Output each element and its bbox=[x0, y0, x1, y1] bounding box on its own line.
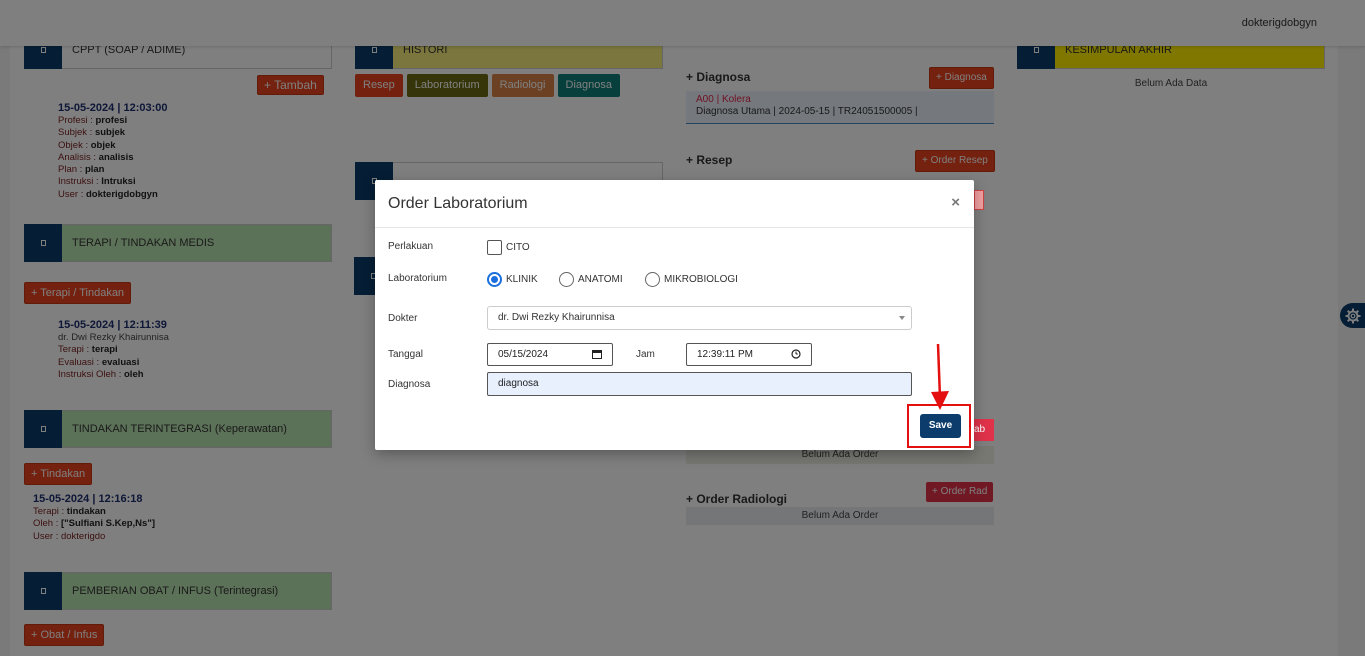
tanggal-value: 05/15/2024 bbox=[498, 349, 549, 360]
radio-mikrobiologi[interactable] bbox=[645, 272, 660, 287]
chevron-down-icon bbox=[899, 316, 905, 320]
hidden-lab-button-fragment: ab bbox=[974, 419, 994, 441]
radio-klinik-label: KLINIK bbox=[506, 274, 538, 285]
jam-input[interactable]: 12:39:11 PM bbox=[686, 343, 812, 366]
modal-title: Order Laboratorium bbox=[388, 195, 528, 212]
jam-value: 12:39:11 PM bbox=[697, 349, 753, 360]
laboratorium-label: Laboratorium bbox=[388, 273, 447, 284]
modal-header: Order Laboratorium × bbox=[375, 180, 974, 228]
cito-checkbox[interactable] bbox=[487, 240, 502, 255]
diagnosa-input-value: diagnosa bbox=[498, 378, 539, 389]
diagnosa-label: Diagnosa bbox=[388, 379, 431, 390]
tanggal-input[interactable]: 05/15/2024 bbox=[487, 343, 613, 366]
dokter-select[interactable]: dr. Dwi Rezky Khairunnisa bbox=[487, 306, 912, 330]
close-icon[interactable]: × bbox=[951, 194, 960, 211]
radio-anatomi-label: ANATOMI bbox=[578, 274, 623, 285]
cito-label: CITO bbox=[506, 242, 530, 253]
dokter-select-value: dr. Dwi Rezky Khairunnisa bbox=[498, 312, 615, 323]
jam-label: Jam bbox=[636, 349, 655, 360]
dokter-label: Dokter bbox=[388, 313, 418, 324]
perlakuan-label: Perlakuan bbox=[388, 241, 434, 252]
calendar-icon[interactable] bbox=[592, 349, 602, 359]
red-arrow-annotation bbox=[931, 343, 949, 410]
radio-klinik[interactable] bbox=[487, 272, 502, 287]
clock-icon[interactable] bbox=[791, 349, 801, 359]
radio-mikrobiologi-label: MIKROBIOLOGI bbox=[664, 274, 738, 285]
hidden-button-fragment bbox=[974, 190, 984, 210]
radio-anatomi[interactable] bbox=[559, 272, 574, 287]
tanggal-label: Tanggal bbox=[388, 349, 424, 360]
diagnosa-input[interactable]: diagnosa bbox=[487, 372, 912, 396]
